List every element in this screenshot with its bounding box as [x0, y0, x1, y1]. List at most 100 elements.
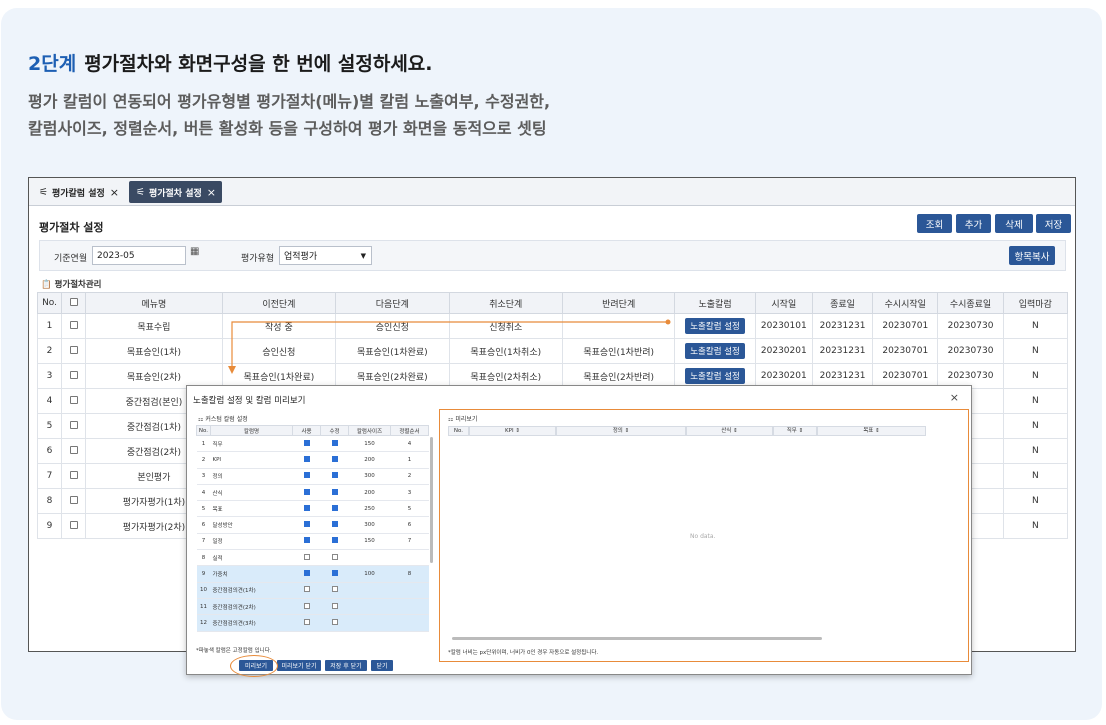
checkbox[interactable]	[303, 472, 310, 479]
cell-order[interactable]	[390, 614, 429, 632]
save-button[interactable]: 저장	[1036, 214, 1071, 233]
checkbox[interactable]	[303, 439, 310, 446]
scrollbar[interactable]	[430, 437, 433, 563]
checkbox[interactable]	[69, 345, 78, 354]
tab-procedure-settings[interactable]: ⚟ 평가절차 설정 ×	[129, 181, 222, 203]
cell-size[interactable]	[348, 549, 391, 567]
column-settings-button[interactable]: 노출칼럼 설정	[685, 368, 745, 384]
close-button[interactable]: 닫기	[371, 660, 393, 671]
checkbox[interactable]	[303, 570, 310, 577]
cell-use[interactable]	[292, 451, 321, 469]
close-icon[interactable]: ×	[207, 186, 216, 199]
cell-use[interactable]	[292, 435, 321, 453]
cell-check[interactable]	[61, 488, 87, 514]
preview-col-formula[interactable]: 산식 ⇕	[686, 426, 773, 436]
checkbox[interactable]	[303, 455, 310, 462]
save-close-button[interactable]: 저장 후 닫기	[325, 660, 367, 671]
cell-use[interactable]	[292, 468, 321, 485]
cell-order[interactable]	[390, 549, 429, 567]
calendar-icon[interactable]: ▦	[190, 246, 204, 260]
table-row[interactable]: 4 산식 200 3	[196, 484, 429, 502]
column-settings-button[interactable]: 노출칼럼 설정	[685, 318, 745, 334]
checkbox[interactable]	[69, 420, 78, 429]
checkbox[interactable]	[303, 488, 310, 495]
cell-use[interactable]	[292, 565, 321, 583]
table-row[interactable]: 5 목표 250 5	[196, 500, 429, 518]
cell-order[interactable]: 6	[390, 516, 429, 534]
cell-edit[interactable]	[320, 435, 349, 453]
checkbox[interactable]	[331, 537, 338, 544]
checkbox[interactable]	[69, 320, 78, 329]
checkbox[interactable]	[303, 504, 310, 511]
checkbox[interactable]	[331, 472, 338, 479]
table-row[interactable]: 1 목표수립 작성 중 승인신청 신청취소 노출칼럼 설정 20230101 20231231…	[36, 313, 1069, 339]
cell-order[interactable]	[390, 598, 429, 616]
cell-size[interactable]: 300	[348, 516, 391, 534]
add-button[interactable]: 추가	[956, 214, 991, 233]
checkbox[interactable]	[331, 618, 338, 625]
cell-use[interactable]	[292, 549, 321, 567]
preview-col-definition[interactable]: 정의 ⇕	[556, 426, 686, 436]
checkbox[interactable]	[331, 553, 338, 560]
table-row[interactable]: 3 정의 300 2	[196, 468, 429, 485]
cell-size[interactable]	[348, 582, 391, 599]
checkbox[interactable]	[69, 395, 78, 404]
table-row[interactable]: 12 중간점검의견(3차)	[196, 614, 429, 632]
table-row[interactable]: 1 직무 150 4	[196, 435, 429, 453]
table-row[interactable]: 2 목표승인(1차) 승인신청 목표승인(1차완료) 목표승인(1차취소) 목표승인(1차…	[36, 338, 1069, 364]
cell-edit[interactable]	[320, 582, 349, 599]
cell-use[interactable]	[292, 516, 321, 534]
checkbox[interactable]	[69, 445, 78, 454]
scrollbar[interactable]	[452, 637, 822, 640]
copy-items-button[interactable]: 항목복사	[1009, 246, 1055, 265]
table-row[interactable]: 2 KPI 200 1	[196, 451, 429, 469]
cell-edit[interactable]	[320, 549, 349, 567]
table-row[interactable]: 10 중간점검의견(1차)	[196, 582, 429, 599]
cell-check[interactable]	[61, 363, 87, 389]
delete-button[interactable]: 삭제	[995, 214, 1033, 233]
checkbox[interactable]	[69, 495, 78, 504]
cell-order[interactable]: 4	[390, 435, 429, 453]
cell-use[interactable]	[292, 484, 321, 502]
type-select[interactable]: 업적평가 ▼	[279, 246, 372, 265]
cell-order[interactable]	[390, 582, 429, 599]
preview-col-job[interactable]: 직무 ⇕	[773, 426, 817, 436]
checkbox[interactable]	[303, 618, 310, 625]
month-input[interactable]: 2023-05	[92, 246, 186, 265]
checkbox[interactable]	[69, 370, 78, 379]
cell-order[interactable]: 8	[390, 565, 429, 583]
cell-check[interactable]	[61, 463, 87, 489]
search-button[interactable]: 조회	[917, 214, 952, 233]
close-icon[interactable]: ×	[110, 186, 119, 199]
cell-check[interactable]	[61, 438, 87, 464]
cell-use[interactable]	[292, 533, 321, 551]
checkbox[interactable]	[331, 570, 338, 577]
preview-close-button[interactable]: 미리보기 닫기	[277, 660, 321, 671]
cell-use[interactable]	[292, 598, 321, 616]
cell-check[interactable]	[61, 313, 87, 339]
close-icon[interactable]: ×	[950, 391, 959, 404]
cell-use[interactable]	[292, 500, 321, 518]
cell-size[interactable]: 200	[348, 451, 391, 469]
cell-size[interactable]	[348, 614, 391, 632]
col-check[interactable]	[61, 292, 87, 314]
cell-size[interactable]: 200	[348, 484, 391, 502]
cell-edit[interactable]	[320, 614, 349, 632]
cell-size[interactable]	[348, 598, 391, 616]
cell-edit[interactable]	[320, 484, 349, 502]
checkbox[interactable]	[69, 520, 78, 529]
checkbox[interactable]	[303, 521, 310, 528]
checkbox[interactable]	[331, 439, 338, 446]
cell-edit[interactable]	[320, 516, 349, 534]
cell-check[interactable]	[61, 388, 87, 414]
column-settings-button[interactable]: 노출칼럼 설정	[685, 343, 745, 359]
tab-column-settings[interactable]: ⚟ 평가칼럼 설정 ×	[32, 181, 124, 203]
checkbox[interactable]	[331, 504, 338, 511]
cell-edit[interactable]	[320, 598, 349, 616]
cell-order[interactable]: 2	[390, 468, 429, 485]
cell-order[interactable]: 5	[390, 500, 429, 518]
cell-order[interactable]: 1	[390, 451, 429, 469]
checkbox[interactable]	[303, 537, 310, 544]
cell-edit[interactable]	[320, 500, 349, 518]
checkbox[interactable]	[331, 602, 338, 609]
